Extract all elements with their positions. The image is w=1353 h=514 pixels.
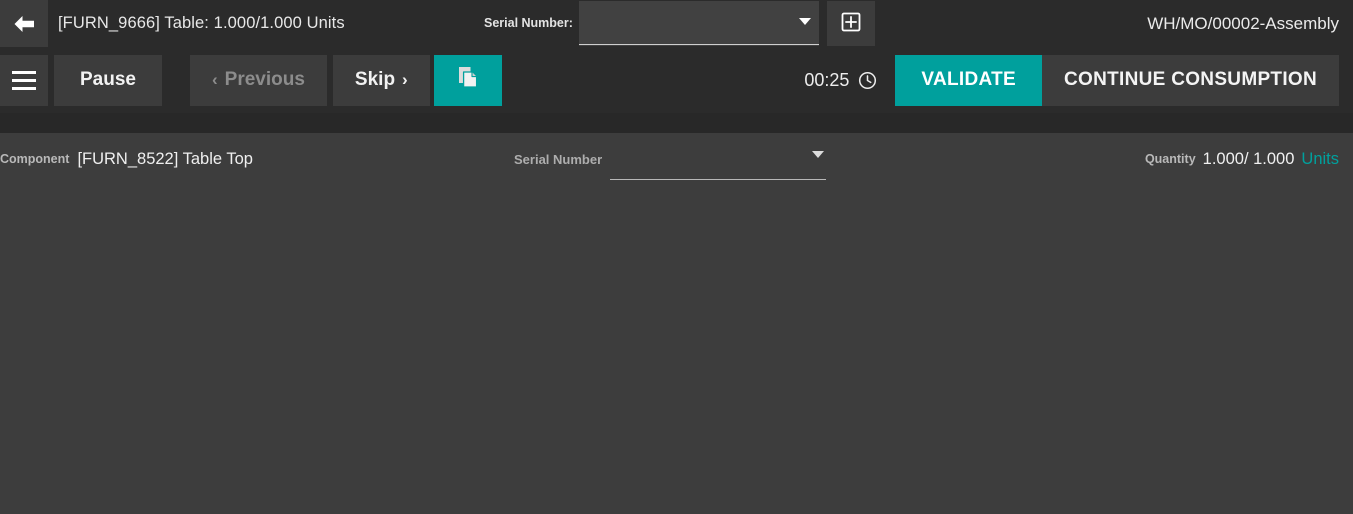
chevron-right-icon: › xyxy=(402,70,408,89)
hamburger-bar xyxy=(12,70,36,74)
quantity-uom: Units xyxy=(1301,149,1339,168)
duplicate-button[interactable] xyxy=(433,54,502,106)
continue-consumption-label: CONTINUE CONSUMPTION xyxy=(1064,69,1317,90)
skip-button[interactable]: Skip › xyxy=(332,54,430,106)
pause-button[interactable]: Pause xyxy=(54,54,162,106)
quantity-label: Quantity xyxy=(1144,152,1196,166)
page-title: [FURN_9666] Table: 1.000/1.000 Units xyxy=(58,14,345,32)
clock-icon[interactable] xyxy=(858,71,877,90)
component-serial-input[interactable] xyxy=(610,138,827,180)
header-serial-input[interactable] xyxy=(578,1,819,46)
arrow-left-icon xyxy=(11,14,37,34)
toolbar-left-group: Pause ‹ Previous Skip › xyxy=(0,47,504,113)
quantity-value: 1.000/ 1.000 xyxy=(1202,149,1295,168)
pause-label: Pause xyxy=(80,69,136,90)
content-body xyxy=(0,185,1353,514)
menu-button[interactable] xyxy=(0,54,48,106)
back-button[interactable] xyxy=(0,0,48,47)
component-serial-input-wrap[interactable] xyxy=(610,138,827,180)
toolbar-right-group: 00:25 VALIDATE CONTINUE CONSUMPTION xyxy=(804,47,1339,113)
header-serial-label: Serial Number: xyxy=(484,16,573,31)
work-timer: 00:25 xyxy=(804,70,877,91)
component-info-row: Component [FURN_8522] Table Top Serial N… xyxy=(0,133,1353,185)
component-name: [FURN_8522] Table Top xyxy=(77,149,253,168)
component-serial-group: Serial Number xyxy=(514,133,827,185)
previous-button[interactable]: ‹ Previous xyxy=(189,54,327,106)
component-serial-label: Serial Number xyxy=(514,151,603,167)
component-identity: Component [FURN_8522] Table Top xyxy=(0,133,253,185)
timer-value: 00:25 xyxy=(804,69,850,90)
add-serial-button[interactable] xyxy=(826,1,875,46)
square-plus-icon xyxy=(841,12,861,35)
header-serial-group: Serial Number: xyxy=(484,0,875,47)
validate-label: VALIDATE xyxy=(921,69,1016,90)
chevron-left-icon: ‹ xyxy=(211,70,218,89)
component-label: Component xyxy=(0,152,70,166)
picking-reference: WH/MO/00002-Assembly xyxy=(1147,14,1339,33)
previous-label: Previous xyxy=(224,69,305,90)
continue-consumption-button[interactable]: CONTINUE CONSUMPTION xyxy=(1042,54,1339,106)
top-header-bar: [FURN_9666] Table: 1.000/1.000 Units Ser… xyxy=(0,0,1353,47)
hamburger-bar xyxy=(12,86,36,90)
hamburger-bar xyxy=(12,78,36,82)
component-quantity: Quantity 1.000/ 1.000 Units xyxy=(1145,133,1339,185)
action-toolbar: Pause ‹ Previous Skip › 00:25 VALIDATE C… xyxy=(0,47,1353,113)
toolbar-divider xyxy=(0,113,1353,133)
skip-label: Skip xyxy=(354,69,396,90)
manufacturing-workorder-screen: [FURN_9666] Table: 1.000/1.000 Units Ser… xyxy=(0,0,1353,514)
header-serial-input-wrap[interactable] xyxy=(578,1,819,46)
validate-button[interactable]: VALIDATE xyxy=(895,54,1042,106)
hamburger-menu-icon xyxy=(12,70,36,90)
copy-documents-icon xyxy=(455,64,481,96)
